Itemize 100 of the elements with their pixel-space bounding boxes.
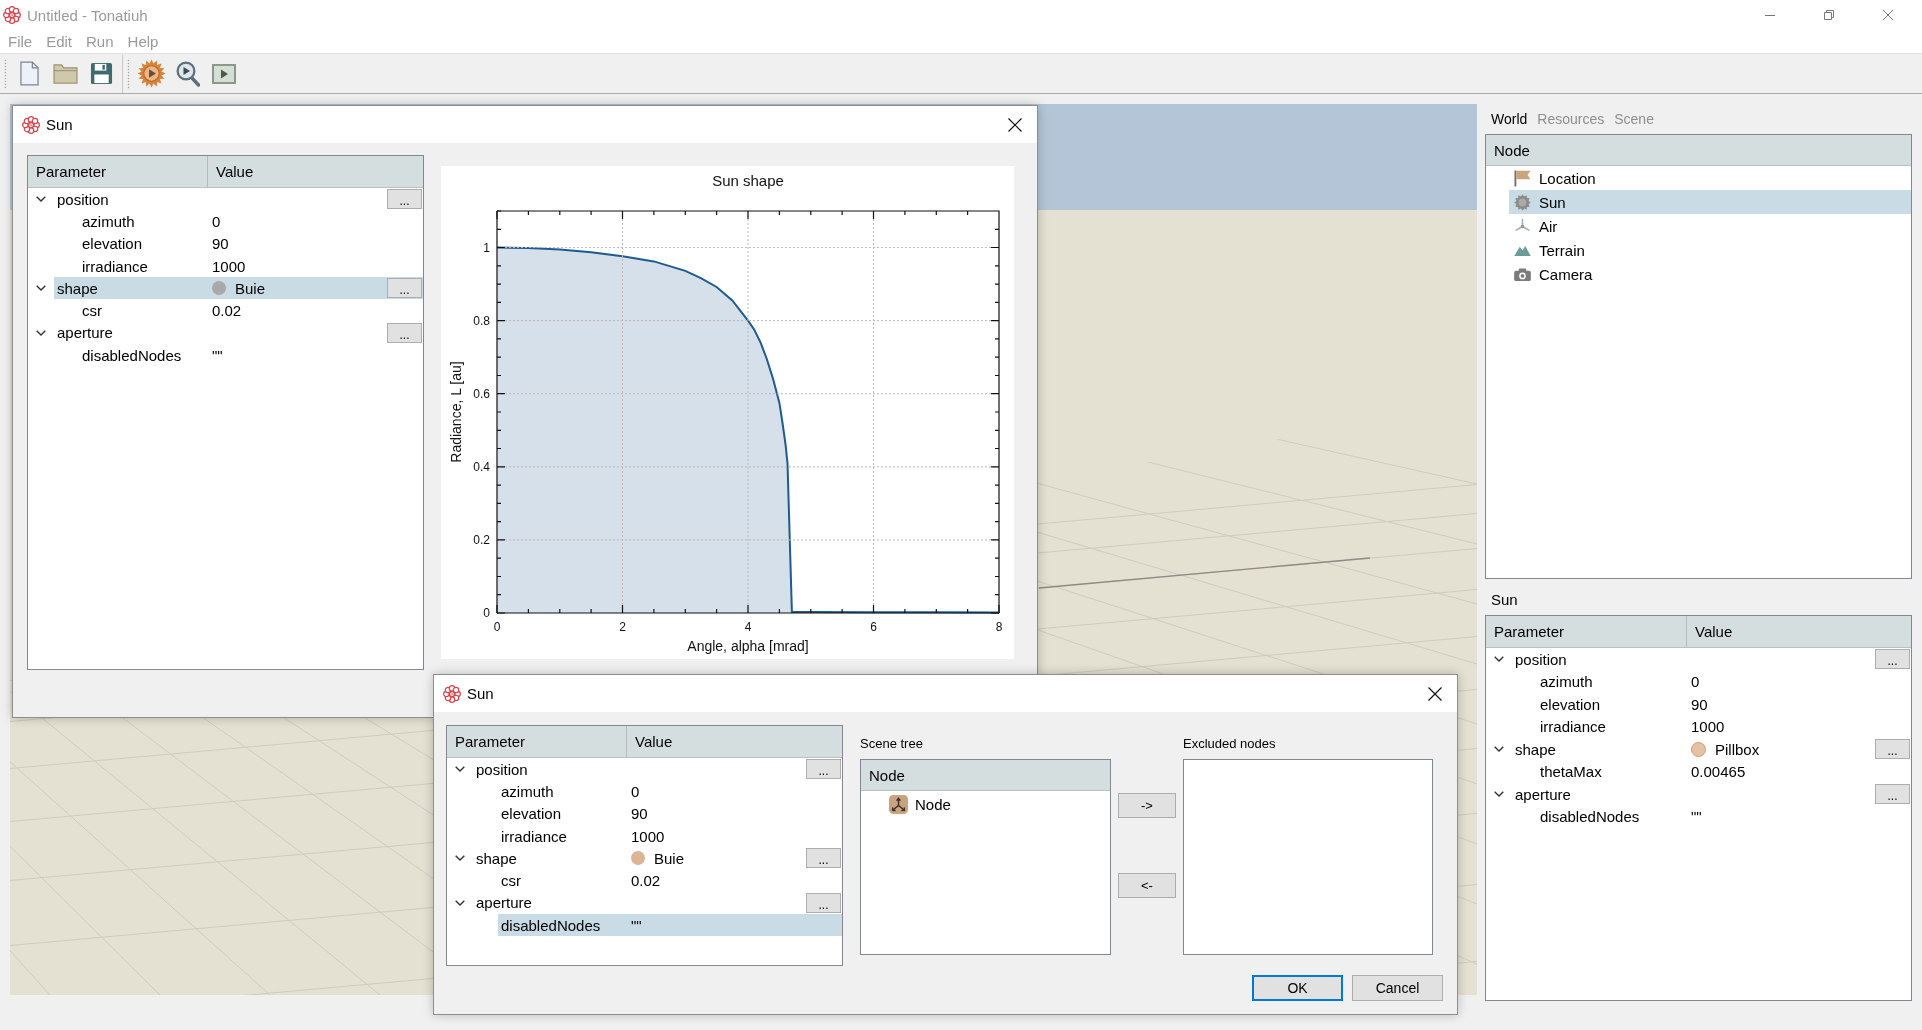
close-icon[interactable] xyxy=(1428,686,1442,701)
move-button[interactable]: -> xyxy=(1118,793,1176,818)
chevron-down-icon[interactable] xyxy=(36,329,46,336)
parameter-value: Buie xyxy=(654,849,685,867)
column-header: Value xyxy=(1687,616,1911,647)
chevron-down-icon[interactable] xyxy=(455,855,465,862)
tree-item[interactable]: Node xyxy=(884,792,1110,816)
tree-item[interactable]: Air xyxy=(1509,214,1911,238)
flower-icon xyxy=(443,684,461,703)
parameter-value: 0 xyxy=(631,782,640,800)
tree-row[interactable]: elevation 90 xyxy=(1537,693,1911,716)
tree-item[interactable]: Camera xyxy=(1509,262,1911,286)
tree-row[interactable]: disabledNodes "" xyxy=(1537,805,1911,828)
column-header: Parameter xyxy=(28,156,208,187)
chevron-down-icon[interactable] xyxy=(455,766,465,773)
close-icon[interactable] xyxy=(1008,117,1022,132)
parameter-value: 0 xyxy=(1691,673,1700,691)
parameter-value: 90 xyxy=(1691,695,1708,713)
magnifier-icon[interactable] xyxy=(176,60,200,87)
edit-button[interactable]: ... xyxy=(806,848,841,869)
y-tick-label: 0 xyxy=(483,606,490,620)
parameter-name: csr xyxy=(82,302,102,320)
tree-row[interactable]: position ... xyxy=(473,758,842,781)
tree-row[interactable]: elevation 90 xyxy=(498,802,842,825)
tree-row[interactable]: elevation 90 xyxy=(79,232,423,255)
tree-row[interactable]: disabledNodes "" xyxy=(498,914,842,937)
tree-row[interactable]: disabledNodes "" xyxy=(79,344,423,367)
folder-icon[interactable] xyxy=(53,63,78,84)
grip-icon[interactable] xyxy=(127,58,130,89)
tree-row[interactable]: irradiance 1000 xyxy=(79,254,423,278)
tree-row[interactable]: azimuth 0 xyxy=(79,210,423,233)
edit-button[interactable]: ... xyxy=(806,759,841,780)
parameter-value: 0 xyxy=(212,212,221,230)
parameter-name: elevation xyxy=(1540,695,1601,713)
restore-icon[interactable] xyxy=(1824,10,1834,20)
edit-button[interactable]: ... xyxy=(387,322,422,343)
tree-row[interactable]: aperture ... xyxy=(473,891,842,915)
parameter-name: irradiance xyxy=(501,827,567,845)
tree-item[interactable]: Sun xyxy=(1509,190,1911,214)
flower-icon xyxy=(3,6,21,24)
chevron-down-icon[interactable] xyxy=(1494,746,1504,753)
edit-button[interactable]: ... xyxy=(387,278,422,299)
tree-row[interactable]: aperture ... xyxy=(1512,783,1911,806)
parameter-name: disabledNodes xyxy=(82,346,182,364)
dialog-button[interactable]: Cancel xyxy=(1352,975,1443,1001)
chevron-down-icon[interactable] xyxy=(36,285,46,292)
x-tick-label: 2 xyxy=(619,620,626,634)
column-header: Parameter xyxy=(447,726,627,757)
tree-row[interactable]: aperture ... xyxy=(54,321,423,345)
tree-row[interactable]: irradiance 1000 xyxy=(498,824,842,848)
dialog-title: Sun xyxy=(467,685,494,702)
tree-row[interactable]: position ... xyxy=(54,188,423,211)
flower-icon xyxy=(22,115,40,134)
y-tick-label: 0.6 xyxy=(473,386,490,401)
tree-row[interactable]: azimuth 0 xyxy=(1537,670,1911,693)
edit-button[interactable]: ... xyxy=(1875,739,1910,760)
parameter-name: position xyxy=(476,760,528,778)
flag-icon xyxy=(1514,169,1531,187)
tree-row[interactable]: position ... xyxy=(1512,648,1911,671)
parameter-name: position xyxy=(1515,650,1567,668)
tree-row[interactable]: csr 0.02 xyxy=(498,869,842,892)
edit-button[interactable]: ... xyxy=(1875,649,1910,670)
tree-item[interactable]: Terrain xyxy=(1509,238,1911,262)
excluded-nodes-list[interactable] xyxy=(1183,759,1433,955)
parameter-value: 90 xyxy=(212,235,229,253)
mountain-icon xyxy=(1514,244,1531,256)
column-header: Node xyxy=(1486,135,1911,166)
x-tick-label: 4 xyxy=(744,620,752,634)
tree-row[interactable]: csr 0.02 xyxy=(79,299,423,322)
tree-row[interactable]: irradiance 1000 xyxy=(1537,715,1911,738)
dialog-button[interactable]: OK xyxy=(1252,975,1343,1001)
new-file-icon[interactable] xyxy=(20,61,39,86)
tree-row[interactable]: shape Pillbox ... xyxy=(1512,738,1911,761)
tree-item[interactable]: Location xyxy=(1509,166,1911,190)
tree-row[interactable]: shape Buie ... xyxy=(473,847,842,870)
tree-row[interactable]: thetaMax 0.00465 xyxy=(1537,760,1911,783)
tab[interactable]: World xyxy=(1491,111,1528,127)
grip-icon[interactable] xyxy=(4,58,7,89)
tree-row[interactable]: shape Buie ... xyxy=(54,277,423,300)
parameter-name: disabledNodes xyxy=(1540,808,1640,826)
parameter-name: azimuth xyxy=(501,782,554,800)
screen-play-icon[interactable] xyxy=(212,63,236,84)
sun-play-icon[interactable] xyxy=(137,59,166,88)
x-tick-label: 6 xyxy=(870,620,877,634)
edit-button[interactable]: ... xyxy=(387,189,422,210)
edit-button[interactable]: ... xyxy=(1875,784,1910,805)
tree-row[interactable]: azimuth 0 xyxy=(498,780,842,803)
edit-button[interactable]: ... xyxy=(806,892,841,913)
chevron-down-icon[interactable] xyxy=(36,196,46,203)
chevron-down-icon[interactable] xyxy=(1494,791,1504,798)
parameter-value: 1000 xyxy=(1691,718,1725,736)
chevron-down-icon[interactable] xyxy=(1494,656,1504,663)
column-header: Value xyxy=(208,156,423,187)
parameter-name: aperture xyxy=(476,894,532,912)
dialog-title: Sun xyxy=(46,116,73,133)
move-button[interactable]: <- xyxy=(1118,873,1176,898)
column-header: Parameter xyxy=(1486,616,1687,647)
chevron-down-icon[interactable] xyxy=(455,899,465,906)
minimize-icon[interactable] xyxy=(1765,14,1775,16)
parameter-name: elevation xyxy=(501,805,562,823)
